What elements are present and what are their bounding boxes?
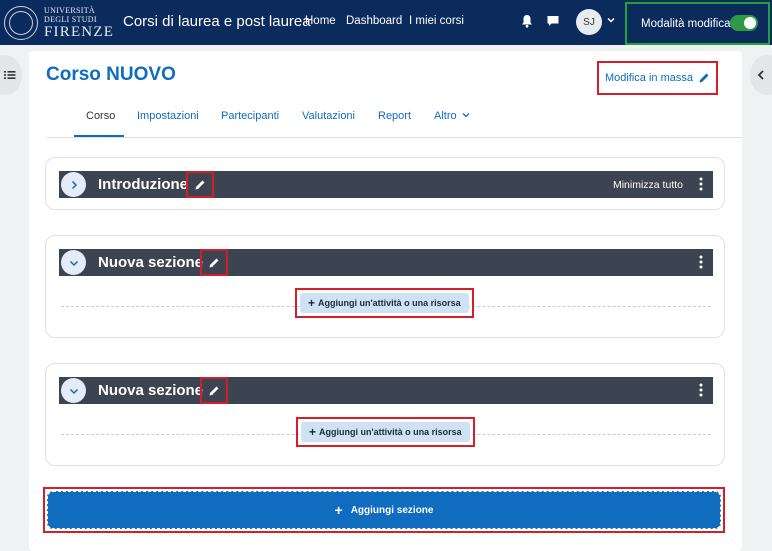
chevron-right-icon bbox=[71, 180, 77, 189]
bulk-edit-button[interactable]: Modifica in massa bbox=[597, 61, 718, 95]
add-section-button[interactable]: + Aggiungi sezione bbox=[47, 491, 721, 529]
university-wordmark: UNIVERSITÀ DEGLI STUDI FIRENZE bbox=[44, 5, 115, 40]
tab-course[interactable]: Corso bbox=[86, 110, 115, 122]
tab-more-label: Altro bbox=[434, 110, 457, 122]
block-drawer-button[interactable] bbox=[750, 55, 772, 95]
section-title[interactable]: Nuova sezione bbox=[98, 254, 203, 271]
site-title[interactable]: Corsi di laurea e post laurea bbox=[123, 13, 311, 30]
add-section-label: Aggiungi sezione bbox=[350, 504, 434, 516]
tabs-divider bbox=[46, 137, 742, 138]
section-collapse-button[interactable] bbox=[61, 250, 86, 275]
tab-more[interactable]: Altro bbox=[434, 110, 470, 122]
edit-section-name-button[interactable] bbox=[200, 377, 228, 404]
university-seal-icon bbox=[4, 6, 38, 40]
kebab-menu-icon[interactable] bbox=[697, 176, 705, 192]
kebab-menu-icon[interactable] bbox=[697, 254, 705, 270]
plus-icon: + bbox=[309, 425, 317, 439]
nav-home[interactable]: Home bbox=[305, 15, 336, 27]
section-title[interactable]: Nuova sezione bbox=[98, 382, 203, 399]
pencil-icon bbox=[195, 180, 205, 189]
list-icon bbox=[4, 71, 16, 79]
add-activity-highlight: + Aggiungi un'attività o una risorsa bbox=[296, 417, 475, 447]
edit-mode-label: Modalità modifica bbox=[641, 17, 731, 30]
pencil-icon bbox=[209, 386, 219, 395]
edit-section-name-button[interactable] bbox=[200, 249, 228, 276]
bell-icon[interactable] bbox=[519, 13, 535, 29]
page-title: Corso NUOVO bbox=[46, 64, 176, 85]
section-header: Introduzione Minimizza tutto bbox=[59, 171, 713, 198]
edit-section-name-button[interactable] bbox=[186, 171, 214, 198]
tab-settings[interactable]: Impostazioni bbox=[137, 110, 199, 122]
add-section-highlight: + Aggiungi sezione bbox=[43, 487, 725, 533]
chevron-down-icon[interactable] bbox=[606, 15, 616, 25]
pencil-icon bbox=[209, 258, 219, 267]
chevron-down-icon bbox=[69, 388, 78, 394]
tab-grades[interactable]: Valutazioni bbox=[302, 110, 355, 122]
add-activity-button[interactable]: + Aggiungi un'attività o una risorsa bbox=[300, 293, 469, 313]
pencil-icon bbox=[699, 73, 709, 83]
bulk-edit-label: Modifica in massa bbox=[604, 72, 694, 84]
chevron-left-icon bbox=[757, 70, 764, 80]
add-activity-label: Aggiungi un'attività o una risorsa bbox=[318, 298, 461, 308]
tab-reports[interactable]: Report bbox=[378, 110, 411, 122]
chevron-down-icon bbox=[462, 113, 470, 118]
top-navbar: UNIVERSITÀ DEGLI STUDI FIRENZE Corsi di … bbox=[0, 0, 772, 45]
course-index-drawer-button[interactable] bbox=[0, 55, 22, 95]
university-logo[interactable]: UNIVERSITÀ DEGLI STUDI FIRENZE bbox=[4, 4, 114, 42]
nav-my-courses[interactable]: I miei corsi bbox=[409, 15, 464, 27]
nav-dashboard[interactable]: Dashboard bbox=[346, 15, 402, 27]
add-activity-highlight: + Aggiungi un'attività o una risorsa bbox=[295, 288, 474, 318]
section-header: Nuova sezione bbox=[59, 377, 713, 404]
kebab-menu-icon[interactable] bbox=[697, 382, 705, 398]
active-tab-indicator bbox=[74, 135, 124, 137]
plus-icon: + bbox=[308, 296, 316, 310]
edit-mode-highlight: Modalità modifica bbox=[625, 2, 770, 45]
section-collapse-button[interactable] bbox=[61, 378, 86, 403]
section-collapse-button[interactable] bbox=[61, 172, 86, 197]
section-card-new-2: Nuova sezione + Aggiungi un'attività o u… bbox=[45, 363, 725, 466]
add-activity-button[interactable]: + Aggiungi un'attività o una risorsa bbox=[301, 422, 470, 442]
add-activity-label: Aggiungi un'attività o una risorsa bbox=[319, 427, 462, 437]
section-header: Nuova sezione bbox=[59, 249, 713, 276]
edit-mode-toggle[interactable] bbox=[730, 15, 758, 31]
collapse-all-link[interactable]: Minimizza tutto bbox=[613, 179, 683, 191]
section-card-introduction: Introduzione Minimizza tutto bbox=[45, 157, 725, 210]
message-icon[interactable] bbox=[545, 13, 561, 29]
chevron-down-icon bbox=[69, 260, 78, 266]
section-card-new-1: Nuova sezione + Aggiungi un'attività o u… bbox=[45, 235, 725, 338]
section-title[interactable]: Introduzione bbox=[98, 176, 188, 193]
user-avatar[interactable]: SJ bbox=[576, 9, 602, 35]
tab-participants[interactable]: Partecipanti bbox=[221, 110, 279, 122]
plus-icon: + bbox=[334, 502, 343, 518]
